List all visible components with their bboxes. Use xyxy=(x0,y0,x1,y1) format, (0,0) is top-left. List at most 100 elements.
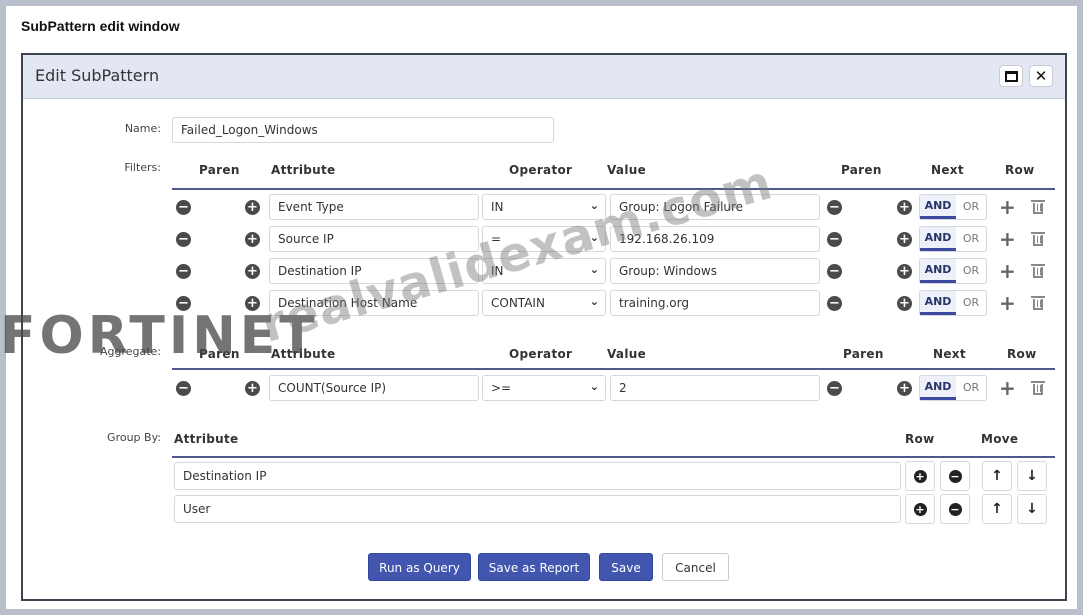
group-by-attribute-header: Attribute xyxy=(174,432,239,446)
filter-operator-select[interactable]: CONTAIN ⌄ xyxy=(482,290,606,316)
aggregate-value-header: Value xyxy=(607,347,647,361)
aggregate-attribute-input[interactable]: COUNT(Source IP) xyxy=(269,375,479,401)
dialog-header: Edit SubPattern ✕ xyxy=(23,55,1065,99)
save-button[interactable]: Save xyxy=(599,553,653,581)
filters-next-header: Next xyxy=(931,163,964,177)
remove-close-paren-icon[interactable]: − xyxy=(827,381,842,396)
aggregate-paren-close-header: Paren xyxy=(843,347,884,361)
filters-label: Filters: xyxy=(124,161,161,174)
next-toggle: AND OR xyxy=(919,290,987,316)
or-option[interactable]: OR xyxy=(956,259,986,283)
delete-row-icon[interactable] xyxy=(1031,200,1045,214)
filters-attribute-header: Attribute xyxy=(271,163,336,177)
run-as-query-button[interactable]: Run as Query xyxy=(368,553,471,581)
filters-paren-open-header: Paren xyxy=(199,163,240,177)
add-row-icon[interactable]: + xyxy=(999,293,1016,313)
remove-paren-icon[interactable]: − xyxy=(176,264,191,279)
group-by-label: Group By: xyxy=(107,431,161,444)
aggregate-value-input[interactable]: 2 xyxy=(610,375,820,401)
add-row-icon[interactable]: + xyxy=(999,261,1016,281)
next-toggle: AND OR xyxy=(919,375,987,401)
and-option[interactable]: AND xyxy=(920,195,956,219)
add-paren-icon[interactable]: + xyxy=(245,264,260,279)
name-input[interactable]: Failed_Logon_Windows xyxy=(172,117,554,143)
filter-value-input[interactable]: training.org xyxy=(610,290,820,316)
delete-row-icon[interactable] xyxy=(1031,264,1045,278)
aggregate-row-header: Row xyxy=(1007,347,1037,361)
filter-attribute-input[interactable]: Event Type xyxy=(269,194,479,220)
remove-paren-icon[interactable]: − xyxy=(176,381,191,396)
add-row-icon[interactable]: + xyxy=(999,229,1016,249)
chevron-down-icon: ⌄ xyxy=(589,380,599,393)
delete-row-icon[interactable] xyxy=(1031,296,1045,310)
close-button[interactable]: ✕ xyxy=(1029,65,1053,87)
minus-circle-icon: − xyxy=(948,502,962,516)
remove-group-row-button[interactable]: − xyxy=(940,461,970,491)
or-option[interactable]: OR xyxy=(956,376,986,400)
add-row-icon[interactable]: + xyxy=(999,197,1016,217)
or-option[interactable]: OR xyxy=(956,291,986,315)
add-group-row-button[interactable]: + xyxy=(905,461,935,491)
add-group-row-button[interactable]: + xyxy=(905,494,935,524)
cancel-button[interactable]: Cancel xyxy=(662,553,729,581)
filters-divider xyxy=(172,188,1055,190)
move-up-button[interactable]: ↑ xyxy=(982,461,1012,491)
add-row-icon[interactable]: + xyxy=(999,378,1016,398)
add-close-paren-icon[interactable]: + xyxy=(897,264,912,279)
add-close-paren-icon[interactable]: + xyxy=(897,200,912,215)
move-down-button[interactable]: ↓ xyxy=(1017,461,1047,491)
or-option[interactable]: OR xyxy=(956,227,986,251)
screenshot-frame: SubPattern edit window Edit SubPattern ✕… xyxy=(0,0,1083,615)
plus-circle-icon: + xyxy=(913,502,927,516)
minus-circle-icon: − xyxy=(948,469,962,483)
plus-circle-icon: + xyxy=(913,469,927,483)
remove-close-paren-icon[interactable]: − xyxy=(827,232,842,247)
add-close-paren-icon[interactable]: + xyxy=(897,381,912,396)
filters-paren-close-header: Paren xyxy=(841,163,882,177)
arrow-up-icon: ↑ xyxy=(991,468,1003,484)
group-by-move-header: Move xyxy=(981,432,1019,446)
next-toggle: AND OR xyxy=(919,226,987,252)
delete-row-icon[interactable] xyxy=(1031,381,1045,395)
add-paren-icon[interactable]: + xyxy=(245,381,260,396)
filter-value-input[interactable]: Group: Windows xyxy=(610,258,820,284)
group-by-row-header: Row xyxy=(905,432,935,446)
group-by-divider xyxy=(172,456,1055,458)
filters-operator-header: Operator xyxy=(509,163,573,177)
aggregate-divider xyxy=(172,368,1055,370)
aggregate-operator-select[interactable]: >= ⌄ xyxy=(482,375,606,401)
remove-close-paren-icon[interactable]: − xyxy=(827,296,842,311)
remove-group-row-button[interactable]: − xyxy=(940,494,970,524)
close-icon: ✕ xyxy=(1034,67,1048,85)
arrow-up-icon: ↑ xyxy=(991,501,1003,517)
or-option[interactable]: OR xyxy=(956,195,986,219)
remove-close-paren-icon[interactable]: − xyxy=(827,264,842,279)
aggregate-operator-header: Operator xyxy=(509,347,573,361)
arrow-down-icon: ↓ xyxy=(1026,468,1038,484)
next-toggle: AND OR xyxy=(919,194,987,220)
chevron-down-icon: ⌄ xyxy=(589,263,599,276)
arrow-down-icon: ↓ xyxy=(1026,501,1038,517)
next-toggle: AND OR xyxy=(919,258,987,284)
and-option[interactable]: AND xyxy=(920,291,956,315)
aggregate-next-header: Next xyxy=(933,347,966,361)
remove-paren-icon[interactable]: − xyxy=(176,232,191,247)
add-paren-icon[interactable]: + xyxy=(245,200,260,215)
save-as-report-button[interactable]: Save as Report xyxy=(478,553,590,581)
remove-paren-icon[interactable]: − xyxy=(176,200,191,215)
dialog-title: Edit SubPattern xyxy=(35,66,160,85)
group-by-attribute-input[interactable]: Destination IP xyxy=(174,462,901,490)
delete-row-icon[interactable] xyxy=(1031,232,1045,246)
add-paren-icon[interactable]: + xyxy=(245,232,260,247)
group-by-attribute-input[interactable]: User xyxy=(174,495,901,523)
filters-row-header: Row xyxy=(1005,163,1035,177)
add-close-paren-icon[interactable]: + xyxy=(897,232,912,247)
maximize-button[interactable] xyxy=(999,65,1023,87)
move-up-button[interactable]: ↑ xyxy=(982,494,1012,524)
move-down-button[interactable]: ↓ xyxy=(1017,494,1047,524)
and-option[interactable]: AND xyxy=(920,227,956,251)
and-option[interactable]: AND xyxy=(920,376,956,400)
and-option[interactable]: AND xyxy=(920,259,956,283)
remove-close-paren-icon[interactable]: − xyxy=(827,200,842,215)
add-close-paren-icon[interactable]: + xyxy=(897,296,912,311)
